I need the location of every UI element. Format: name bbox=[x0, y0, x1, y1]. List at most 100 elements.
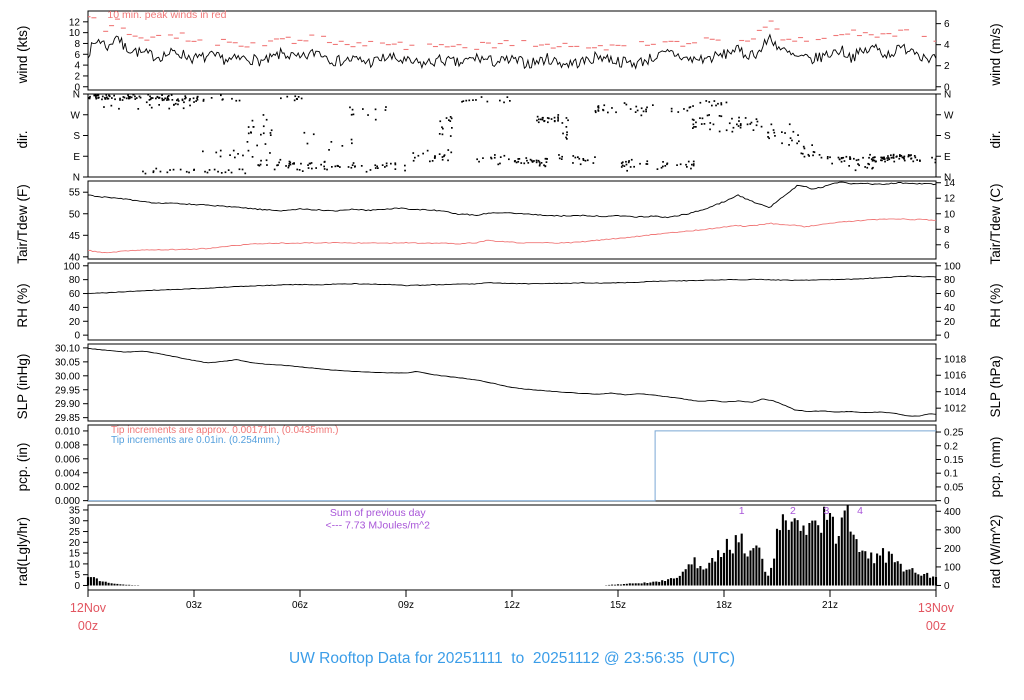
axis-text: 60 bbox=[69, 289, 81, 300]
axis-label-left: RH (%) bbox=[15, 283, 30, 327]
x-tick-label: 15z bbox=[610, 600, 626, 611]
axis-text: 2 bbox=[944, 61, 950, 72]
axis-text: 80 bbox=[69, 275, 81, 286]
axis-label-right: wind (m/s) bbox=[988, 23, 1003, 86]
panel-slp: 29.85 29.90 29.95 30.00 30.05 30.10 1012 1014 10… bbox=[15, 343, 1003, 424]
x-tick-label: 18z bbox=[716, 600, 732, 611]
axis-text: 0.25 bbox=[944, 428, 964, 439]
axis-text: 30.05 bbox=[55, 357, 80, 368]
axis-text: 20 bbox=[69, 538, 81, 549]
axis-text: 5 bbox=[74, 570, 80, 581]
axis-text: 2 bbox=[74, 71, 80, 82]
x-axis: 12Nov 00z 03z 06z 09z 12z 15z 18z 21z 13Nov 00z bbox=[70, 590, 955, 633]
panel-pcp: 0.0000.0020.0040.0060.0080.01000.050.10.… bbox=[15, 424, 1003, 507]
annotation-text: 2 bbox=[790, 505, 796, 517]
axis-text: 30 bbox=[69, 516, 81, 527]
panel-rh: 0 20 40 60 80 100 0 20 40 60 80 100 RH (%) RH (%) bbox=[15, 261, 1003, 341]
axis-text: 0 bbox=[74, 581, 80, 592]
panel-temp: 4045505568101214Tair/Tdew (F) Tair/Tdew (… bbox=[15, 178, 1003, 264]
axis-text: N bbox=[73, 173, 80, 184]
x-tick-date-label: 12Nov bbox=[70, 601, 107, 615]
axis-text: 60 bbox=[944, 289, 956, 300]
series-solar-radiation bbox=[86, 505, 938, 586]
axis-text: 45 bbox=[69, 231, 81, 242]
axis-text: 8 bbox=[74, 39, 80, 50]
axis-text: 6 bbox=[74, 50, 80, 61]
axis-text: 8 bbox=[944, 225, 950, 236]
plot-title: UW Rooftop Data for 20251111 to 20251112… bbox=[289, 650, 735, 667]
series-wind-peak-10min bbox=[88, 16, 936, 51]
axis-text: 55 bbox=[69, 188, 81, 199]
axis-label-left: pcp. (in) bbox=[15, 443, 30, 492]
axis-text: 300 bbox=[944, 525, 961, 536]
axis-text: 0.004 bbox=[55, 468, 80, 479]
axis-text: 14 bbox=[944, 178, 956, 189]
annotation-text: 3 bbox=[824, 505, 830, 517]
axis-text: 1018 bbox=[944, 354, 967, 365]
axis-text: 20 bbox=[69, 317, 81, 328]
axis-text: 400 bbox=[944, 507, 961, 518]
x-tick-date-label: 00z bbox=[926, 619, 946, 633]
axis-label-right: rad (W/m^2) bbox=[988, 515, 1003, 589]
panel-frame bbox=[87, 10, 937, 91]
axis-text: 100 bbox=[944, 261, 961, 272]
axis-text: 25 bbox=[69, 527, 81, 538]
annotation-text: Tip increments are 0.01in. (0.254mm.) bbox=[111, 435, 280, 446]
x-tick-date-label: 00z bbox=[78, 619, 98, 633]
series-wind-direction bbox=[88, 93, 937, 175]
x-tick-label: 06z bbox=[292, 600, 308, 611]
x-tick-label: 09z bbox=[398, 600, 414, 611]
annotation-text: Sum of previous day bbox=[330, 507, 426, 519]
axis-label-right: Tair/Tdew (C) bbox=[988, 183, 1003, 264]
axis-label-right: dir. bbox=[988, 130, 1003, 148]
axis-text: 1012 bbox=[944, 404, 967, 415]
axis-label-right: pcp. (mm) bbox=[988, 437, 1003, 498]
annotation-text: 10 min. peak winds in red bbox=[107, 9, 226, 21]
x-tick-label: 12z bbox=[504, 600, 520, 611]
axis-text: 1014 bbox=[944, 387, 967, 398]
axis-text: N bbox=[944, 90, 951, 101]
panel-frame bbox=[87, 93, 937, 178]
axis-text: 200 bbox=[944, 544, 961, 555]
axis-text: 0 bbox=[944, 496, 950, 507]
axis-text: 0.006 bbox=[55, 454, 80, 465]
axis-text: 10 bbox=[69, 28, 81, 39]
axis-text: 20 bbox=[944, 317, 956, 328]
axis-text: E bbox=[73, 152, 80, 163]
panel-frame bbox=[87, 262, 937, 341]
panel-frame bbox=[87, 180, 937, 260]
axis-text: 4 bbox=[74, 61, 80, 72]
axis-text: 100 bbox=[944, 562, 961, 573]
axis-text: 6 bbox=[944, 240, 950, 251]
annotation-text: 4 bbox=[857, 505, 863, 517]
axis-label-right: RH (%) bbox=[988, 283, 1003, 327]
axis-text: 0 bbox=[74, 331, 80, 342]
x-tick-label: 21z bbox=[822, 600, 838, 611]
series-relative-humidity bbox=[87, 275, 937, 294]
axis-label-left: dir. bbox=[15, 130, 30, 148]
axis-text: N bbox=[73, 90, 80, 101]
weather-station-plot: UW Rooftop Data for 20251111 to 20251112… bbox=[0, 0, 1024, 700]
axis-text: 40 bbox=[69, 303, 81, 314]
axis-text: 15 bbox=[69, 549, 81, 560]
axis-text: 30.00 bbox=[55, 371, 80, 382]
axis-label-left: Tair/Tdew (F) bbox=[15, 184, 30, 264]
axis-text: 12 bbox=[69, 17, 81, 28]
axis-text: 0.1 bbox=[944, 469, 958, 480]
axis-text: 0.15 bbox=[944, 455, 964, 466]
series-t-air bbox=[87, 181, 937, 219]
axis-text: 29.90 bbox=[55, 399, 80, 410]
axis-text: 0.002 bbox=[55, 482, 80, 493]
axis-text: W bbox=[944, 110, 954, 121]
annotation-text: 1 bbox=[739, 505, 745, 517]
axis-label-right: SLP (hPa) bbox=[988, 355, 1003, 417]
axis-text: 80 bbox=[944, 275, 956, 286]
axis-text: E bbox=[944, 152, 951, 163]
series-sea-level-pressure bbox=[88, 348, 937, 417]
annotation-text: <--- 7.73 MJoules/m^2 bbox=[326, 519, 431, 531]
plot-svg: UW Rooftop Data for 20251111 to 20251112… bbox=[15, 9, 1003, 667]
axis-text: S bbox=[944, 131, 951, 142]
x-tick-date-label: 13Nov bbox=[918, 601, 955, 615]
axis-text: 10 bbox=[944, 209, 956, 220]
axis-text: 6 bbox=[944, 19, 950, 30]
